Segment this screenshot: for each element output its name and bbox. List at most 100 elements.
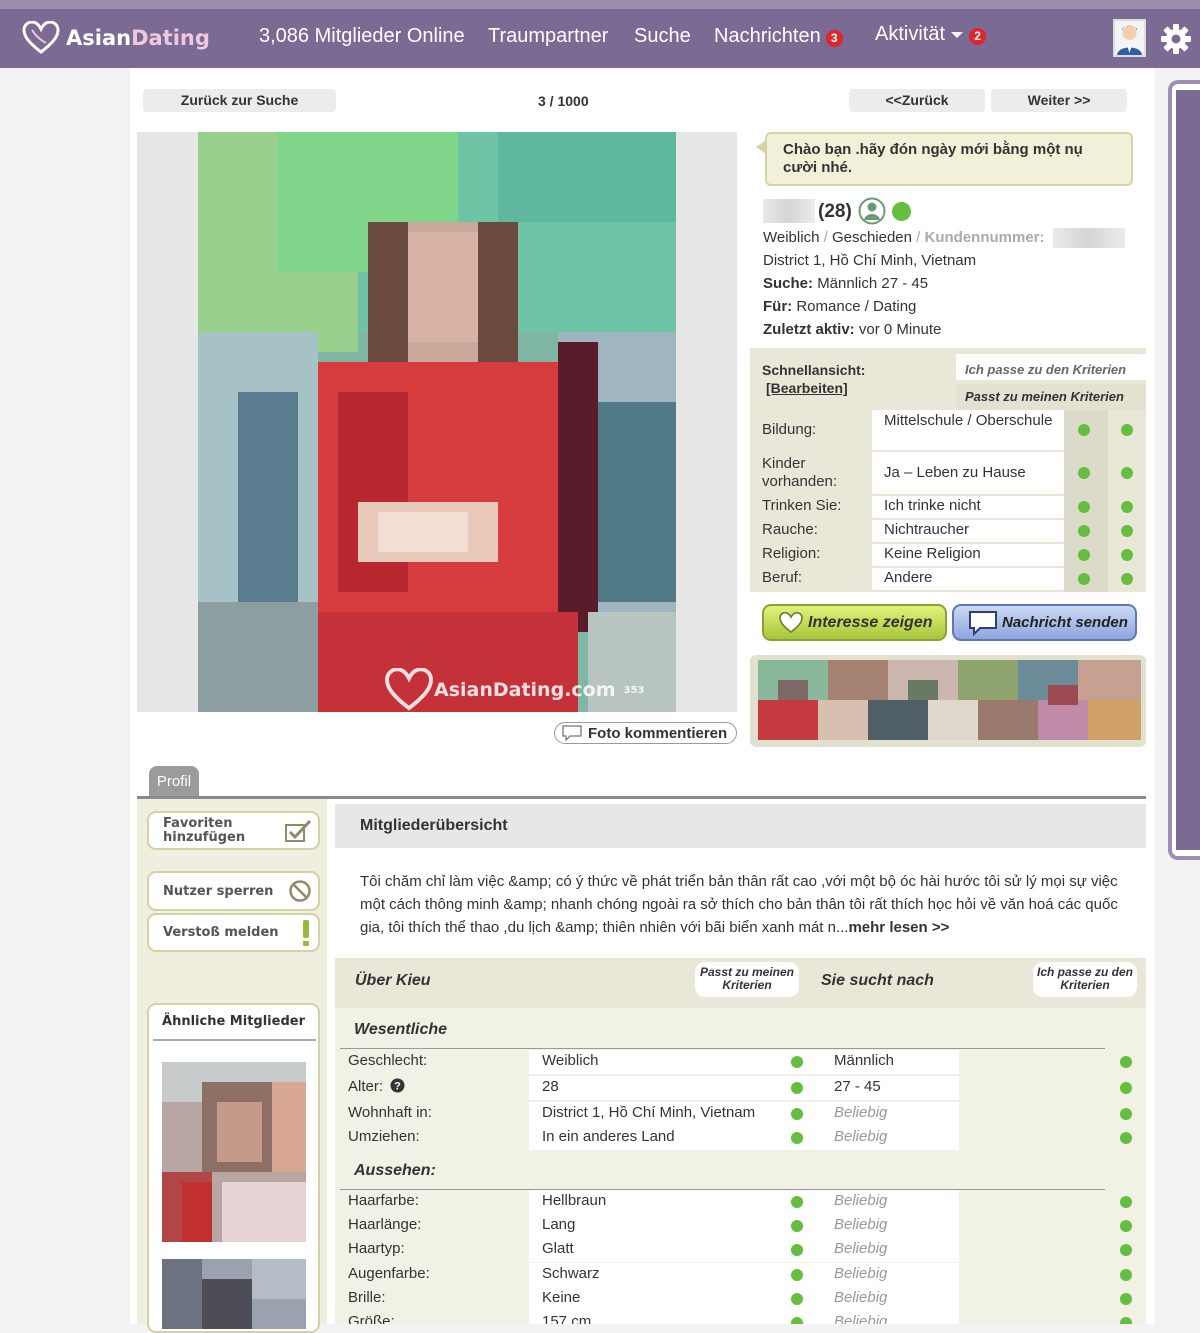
gender: Weiblich: [763, 229, 820, 246]
location: District 1, Hồ Chí Minh, Vietnam: [763, 252, 977, 269]
match-dot: [1120, 1082, 1132, 1094]
block-user-label: Nutzer sperren: [163, 883, 274, 899]
quick-view-title: Schnellansicht:: [762, 362, 866, 378]
for-row: Für: Romance / Dating: [763, 295, 1143, 318]
detail-row-hair-length: Haarlänge: Lang Beliebig: [335, 1214, 1146, 1238]
match-dot: [791, 1244, 803, 1256]
blurred-customer-number: [1052, 228, 1125, 249]
detail-row-height: Größe: 157 cm Beliebig: [335, 1311, 1146, 1324]
site-logo[interactable]: Asian Dating: [22, 21, 210, 55]
for-value: Romance / Dating: [796, 298, 917, 315]
name-age-row: (28): [763, 196, 1143, 226]
match-dot: [1120, 1056, 1132, 1068]
show-interest-label: Interesse zeigen: [808, 613, 933, 631]
messages-count-badge: 3: [825, 30, 843, 47]
detail-label: Wohnhaft in:: [348, 1104, 432, 1121]
quick-row-occupation: Beruf: Andere: [750, 568, 1146, 590]
nav-search[interactable]: Suche: [634, 25, 691, 48]
report-violation-label: Verstoß melden: [163, 925, 279, 940]
i-match-criteria-header: Ich passe zu den Kriterien: [956, 354, 1146, 380]
photo-thumbnails[interactable]: [750, 655, 1146, 747]
match-dot: [1120, 1293, 1132, 1305]
exclamation-icon: [303, 919, 309, 946]
match-dot: [791, 1317, 803, 1324]
edit-quick-view-link[interactable]: [Bearbeiten]: [766, 380, 848, 396]
previous-profile-button[interactable]: <<Zurück: [849, 89, 985, 112]
match-dot: [1120, 1269, 1132, 1281]
detail-row-hair-color: Haarfarbe: Hellbraun Beliebig: [335, 1190, 1146, 1214]
watermark-number: 353: [623, 684, 645, 696]
detail-row-glasses: Brille: Keine Beliebig: [335, 1287, 1146, 1311]
comment-photo-button[interactable]: Foto kommentieren: [554, 722, 737, 744]
thumbnail-strip[interactable]: [758, 660, 1141, 740]
quick-value: Ja – Leben zu Hause: [872, 452, 1064, 494]
for-label: Für:: [763, 298, 793, 315]
tab-profile[interactable]: Profil: [149, 766, 199, 797]
activity-count-badge: 2: [969, 28, 987, 45]
settings-gear-icon[interactable]: [1160, 23, 1192, 55]
nav-dream-partner[interactable]: Traumpartner: [488, 25, 608, 48]
right-side-ad-banner[interactable]: [1168, 80, 1200, 860]
similar-member-photo[interactable]: [162, 1062, 306, 1242]
quick-value: Andere: [872, 568, 1064, 590]
user-avatar[interactable]: [1113, 19, 1146, 57]
add-favorites-button[interactable]: Favoriten hinzufügen: [147, 811, 320, 850]
block-user-button[interactable]: Nutzer sperren: [147, 871, 320, 911]
quick-label: Kinder vorhanden:: [762, 455, 838, 490]
profile-photo[interactable]: [198, 132, 676, 712]
nav-activity-label: Aktivität: [875, 23, 946, 45]
detail-value: Keine: [529, 1287, 959, 1311]
back-to-search-button[interactable]: Zurück zur Suche: [143, 89, 336, 112]
read-more-link[interactable]: mehr lesen >>: [848, 919, 949, 936]
profile-age: (28): [818, 200, 852, 222]
svg-text:?: ?: [394, 1081, 401, 1093]
detail-label: Haarfarbe:: [348, 1192, 419, 1209]
last-active-label: Zuletzt aktiv:: [763, 321, 855, 338]
i-match-criteria-tag: Ich passe zu den Kriterien: [1033, 962, 1137, 997]
match-dot: [791, 1132, 803, 1144]
match-dot: [791, 1108, 803, 1120]
detail-wanted: Beliebig: [834, 1192, 888, 1209]
match-dot: [1121, 573, 1133, 585]
section-divider: [340, 1048, 1105, 1049]
match-dot: [1120, 1108, 1132, 1120]
detail-row-eye-color: Augenfarbe: Schwarz Beliebig: [335, 1263, 1146, 1287]
similar-member-photo[interactable]: [162, 1259, 306, 1329]
send-message-button[interactable]: Nachricht senden: [952, 604, 1137, 641]
match-dot: [1078, 573, 1090, 585]
detail-wanted: 27 - 45: [834, 1078, 881, 1095]
detail-wanted: Männlich: [834, 1052, 895, 1069]
detail-value: Glatt: [529, 1238, 959, 1262]
members-online-link[interactable]: 3,086 Mitglieder Online: [259, 25, 465, 48]
nav-activity[interactable]: Aktivität 2: [875, 23, 987, 46]
nav-messages[interactable]: Nachrichten 3: [714, 25, 843, 48]
show-interest-button[interactable]: Interesse zeigen: [762, 604, 947, 641]
section-appearance: Aussehen:: [354, 1162, 436, 1179]
match-dot: [791, 1220, 803, 1232]
gender-status-row: Weiblich / Geschieden / Kundennummer:: [763, 226, 1143, 249]
member-overview-text: Tôi chăm chỉ làm việc &amp; có ý thức về…: [360, 870, 1120, 939]
match-dot: [1121, 525, 1133, 537]
quick-label: Trinken Sie:: [762, 497, 842, 514]
about-heading: Über Kieu: [355, 972, 431, 989]
marital-status: Geschieden: [831, 229, 912, 246]
quick-view-table: Schnellansicht: [Bearbeiten] Ich passe z…: [750, 348, 1146, 592]
next-profile-button[interactable]: Weiter >>: [991, 89, 1127, 112]
detail-label: Brille:: [348, 1289, 386, 1306]
watermark-heart-icon: [385, 668, 433, 711]
quick-label: Rauche:: [762, 521, 818, 538]
match-dot: [1120, 1244, 1132, 1256]
quick-row-smoking: Rauche: Nichtraucher: [750, 520, 1146, 542]
quick-value: Keine Religion: [872, 544, 1064, 566]
report-violation-button[interactable]: Verstoß melden: [147, 913, 320, 952]
detail-row-gender: Geschlecht: Weiblich Männlich: [335, 1050, 1146, 1074]
similar-members-box: Ähnliche Mitglieder: [147, 1003, 320, 1333]
help-question-icon[interactable]: ?: [390, 1078, 405, 1093]
match-dot: [1121, 501, 1133, 513]
send-message-label: Nachricht senden: [1002, 614, 1128, 631]
matches-my-criteria-header: Passt zu meinen Kriterien: [956, 384, 1146, 410]
block-circle-icon: [289, 880, 311, 902]
heart-logo-icon: [22, 21, 60, 54]
verified-person-icon[interactable]: [858, 197, 886, 225]
add-favorites-label: Favoriten hinzufügen: [163, 815, 246, 845]
